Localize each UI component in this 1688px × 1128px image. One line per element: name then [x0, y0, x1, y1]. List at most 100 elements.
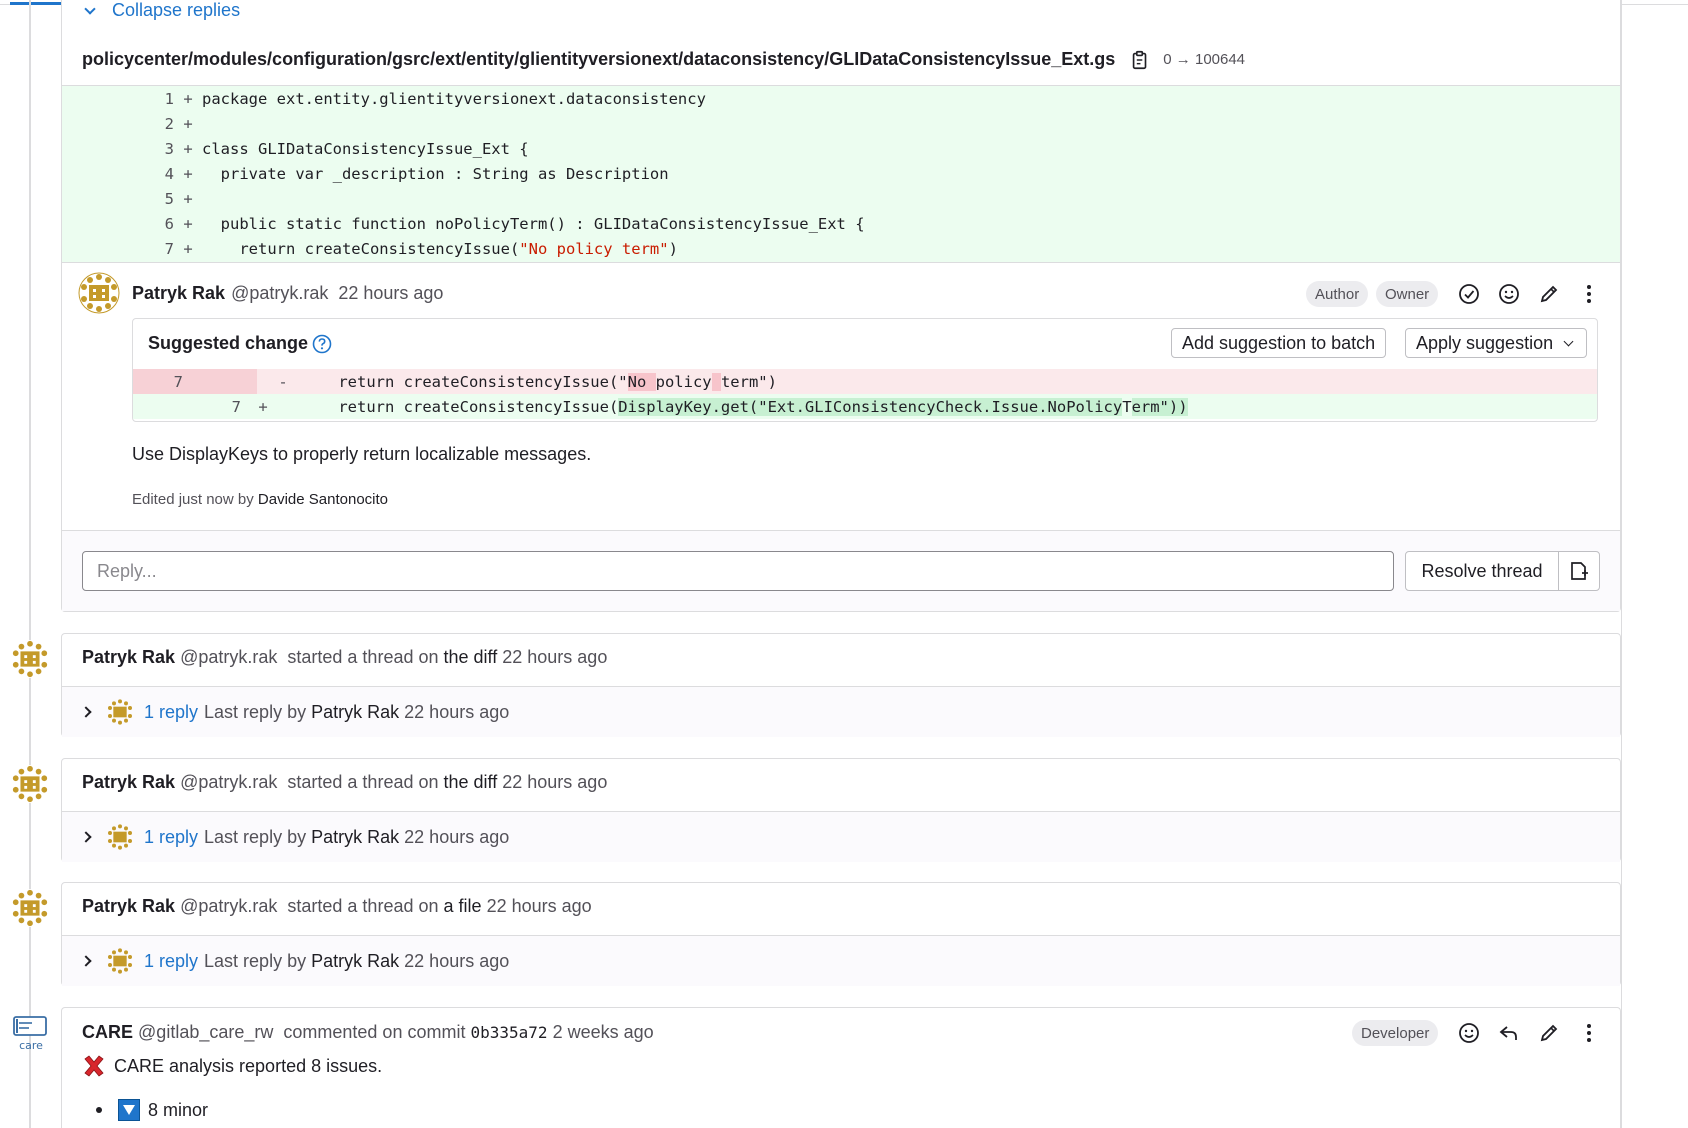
last-reply-prefix: Last reply by — [204, 826, 307, 847]
thread-header: Patryk Rak @patryk.rak started a thread … — [82, 647, 607, 668]
last-reply-author: Patryk Rak — [311, 950, 400, 971]
create-issue-button[interactable] — [1558, 551, 1600, 591]
owner-badge: Owner — [1376, 281, 1439, 307]
apply-suggestion-button[interactable]: Apply suggestion — [1405, 328, 1588, 358]
care-author[interactable]: CARE — [82, 1022, 133, 1043]
thread-target-link[interactable]: a file — [444, 896, 482, 917]
more-actions-icon[interactable] — [1577, 1021, 1601, 1045]
commit-link[interactable]: 0b335a72 — [470, 1023, 547, 1042]
thread-handle[interactable]: @patryk.rak — [180, 772, 277, 793]
care-handle[interactable]: @gitlab_care_rw — [138, 1022, 273, 1043]
last-reply-prefix: Last reply by — [204, 701, 307, 722]
suggestion-added-line: 7 + return createConsistencyIssue(Displa… — [133, 394, 1597, 419]
care-issue-count: 8 minor — [148, 1099, 209, 1120]
removed-highlight: No — [627, 372, 656, 391]
last-reply-info: Last reply by Patryk Rak 22 hours ago — [204, 951, 509, 972]
add-suggestion-to-batch-button[interactable]: Add suggestion to batch — [1171, 328, 1387, 358]
user-avatar[interactable] — [10, 639, 50, 679]
help-icon[interactable] — [312, 334, 332, 354]
diff-sign: + — [183, 214, 193, 233]
reply-avatar — [108, 699, 132, 725]
thread-author[interactable]: Patryk Rak — [82, 772, 175, 793]
reply-icon[interactable] — [1497, 1021, 1521, 1045]
note-time[interactable]: 22 hours ago — [338, 283, 443, 304]
code-text: return createConsistencyIssue(" — [301, 372, 628, 391]
more-actions-icon[interactable] — [1577, 282, 1601, 306]
reply-count-link[interactable]: 1 reply — [144, 827, 198, 848]
user-avatar[interactable] — [78, 272, 120, 314]
last-reply-prefix: Last reply by — [204, 950, 307, 971]
thread-header: Patryk Rak @patryk.rak started a thread … — [82, 896, 592, 917]
note-author[interactable]: Patryk Rak — [132, 283, 225, 304]
edited-by[interactable]: Davide Santonocito — [258, 491, 388, 508]
chevron-right-icon — [80, 706, 92, 718]
last-reply-info: Last reply by Patryk Rak 22 hours ago — [204, 702, 509, 723]
suggested-change-box: Suggested change Add suggestion to batch… — [132, 318, 1598, 422]
thread-target-link[interactable]: the diff — [444, 772, 498, 793]
thread-replies-toggle[interactable]: 1 reply Last reply by Patryk Rak 22 hour… — [62, 811, 1620, 862]
chevron-right-icon — [80, 955, 92, 967]
thread-handle[interactable]: @patryk.rak — [180, 647, 277, 668]
collapsed-thread: Patryk Rak @patryk.rak started a thread … — [61, 758, 1621, 862]
care-time[interactable]: 2 weeks ago — [553, 1022, 654, 1043]
thread-author[interactable]: Patryk Rak — [82, 896, 175, 917]
diff-sign: + — [183, 114, 193, 133]
care-avatar-text: care — [19, 1039, 43, 1051]
diff-sign: - — [278, 372, 288, 391]
line-number[interactable]: 3 — [62, 140, 174, 158]
line-number[interactable]: 5 — [62, 190, 174, 208]
thread-time[interactable]: 22 hours ago — [502, 647, 607, 668]
thread-handle[interactable]: @patryk.rak — [180, 896, 277, 917]
thread-header: Patryk Rak @patryk.rak started a thread … — [82, 772, 607, 793]
diff-sign: + — [183, 239, 193, 258]
emoji-icon[interactable] — [1497, 282, 1521, 306]
line-number[interactable]: 6 — [62, 215, 174, 233]
thread-time[interactable]: 22 hours ago — [487, 896, 592, 917]
user-avatar[interactable] — [10, 888, 50, 928]
thread-replies-toggle[interactable]: 1 reply Last reply by Patryk Rak 22 hour… — [62, 935, 1620, 986]
reply-avatar — [108, 824, 132, 850]
thread-time[interactable]: 22 hours ago — [502, 772, 607, 793]
bullet — [96, 1107, 102, 1113]
care-summary-text: CARE analysis reported 8 issues. — [114, 1055, 383, 1076]
care-header: CARE @gitlab_care_rw commented on commit… — [82, 1022, 654, 1043]
thread-action: started a thread on — [287, 772, 439, 792]
removed-code: return createConsistencyIssue("No policy… — [301, 372, 777, 391]
user-avatar[interactable] — [10, 764, 50, 804]
thread-replies-toggle[interactable]: 1 reply Last reply by Patryk Rak 22 hour… — [62, 686, 1620, 737]
reply-avatar — [108, 948, 132, 974]
copy-path-icon[interactable] — [1129, 49, 1151, 71]
care-bot-avatar[interactable]: care — [12, 1015, 50, 1051]
resolve-thread-button[interactable]: Resolve thread — [1405, 551, 1559, 591]
care-summary: CARE analysis reported 8 issues. — [82, 1054, 382, 1078]
collapsed-thread: Patryk Rak @patryk.rak started a thread … — [61, 633, 1621, 737]
reply-area: Reply... Resolve thread — [62, 530, 1620, 611]
resolve-check-icon[interactable] — [1457, 282, 1481, 306]
emoji-icon[interactable] — [1457, 1021, 1481, 1045]
diff-line: 7 + return createConsistencyIssue("No po… — [62, 236, 1620, 261]
new-line-number: 7 — [231, 397, 241, 416]
line-number[interactable]: 1 — [62, 90, 174, 108]
last-reply-time: 22 hours ago — [404, 826, 510, 847]
diff-sign: + — [183, 189, 193, 208]
last-reply-time: 22 hours ago — [404, 950, 510, 971]
note-header: Patryk Rak @patryk.rak 22 hours ago — [132, 283, 443, 304]
reply-input[interactable]: Reply... — [82, 551, 1394, 591]
reply-count-link[interactable]: 1 reply — [144, 702, 198, 723]
diff-line: 6 + public static function noPolicyTerm(… — [62, 211, 1620, 236]
collapse-replies-button[interactable]: Collapse replies — [80, 0, 240, 21]
line-number[interactable]: 7 — [62, 240, 174, 258]
thread-target-link[interactable]: the diff — [444, 647, 498, 668]
suggested-change-header: Suggested change — [148, 333, 332, 354]
diff-line: 1 + package ext.entity.glientityversione… — [62, 86, 1620, 111]
edit-pencil-icon[interactable] — [1537, 282, 1561, 306]
thread-author[interactable]: Patryk Rak — [82, 647, 175, 668]
minor-issue-icon — [118, 1099, 140, 1121]
note-handle[interactable]: @patryk.rak — [231, 283, 328, 304]
developer-badge: Developer — [1352, 1020, 1439, 1046]
edit-pencil-icon[interactable] — [1537, 1021, 1561, 1045]
reply-count-link[interactable]: 1 reply — [144, 951, 198, 972]
line-number[interactable]: 4 — [62, 165, 174, 183]
file-path[interactable]: policycenter/modules/configuration/gsrc/… — [82, 49, 1115, 70]
line-number[interactable]: 2 — [62, 115, 174, 133]
